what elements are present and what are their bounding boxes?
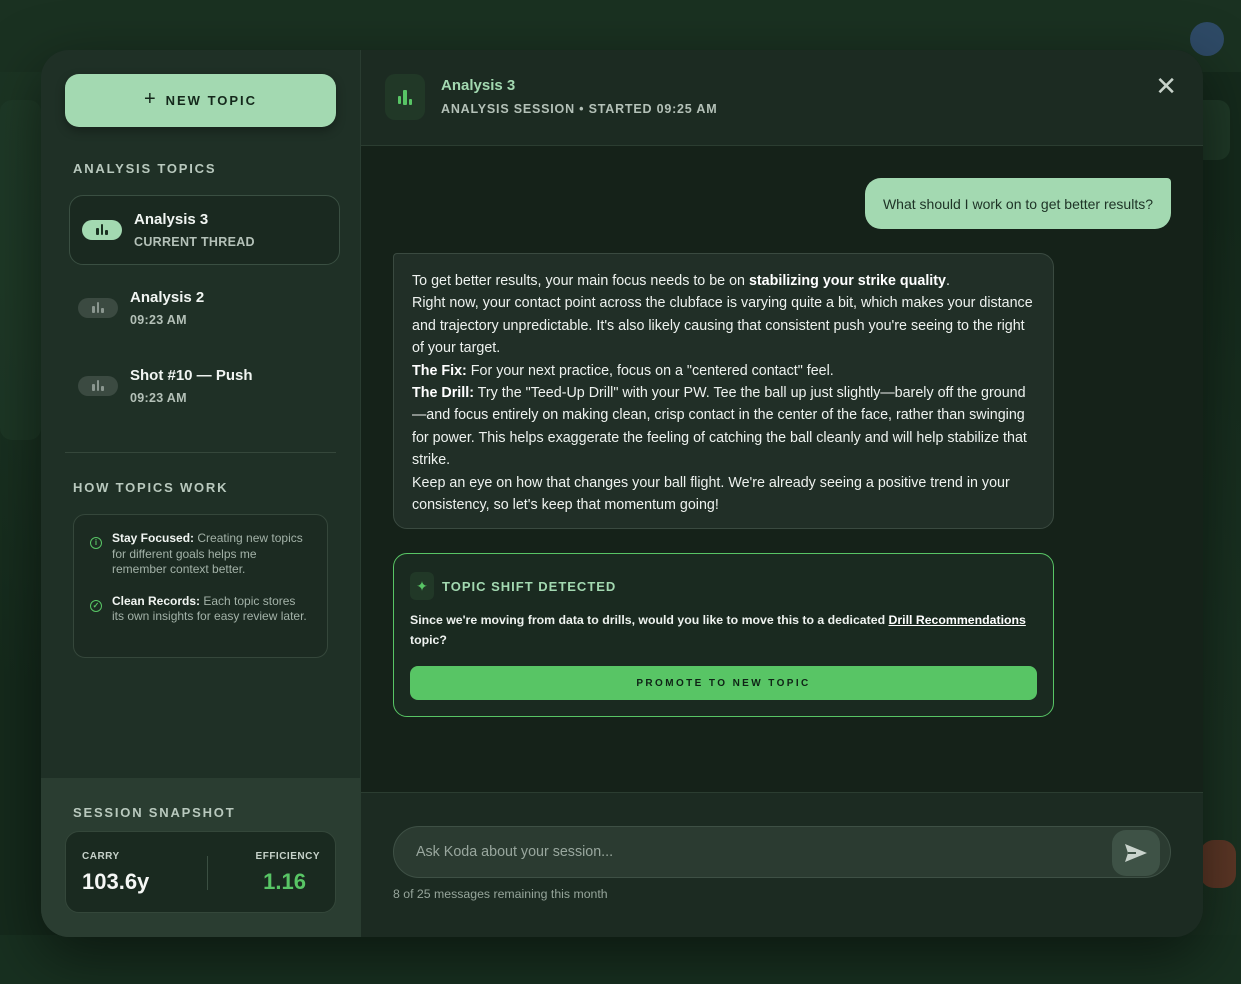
fix-label: The Fix: [412,362,467,379]
ai-text: Try the "Teed-Up Drill" with your PW. Te… [412,385,1027,469]
chart-icon [78,376,118,396]
ai-bold-text: stabilizing your strike quality [748,273,946,289]
assistant-message: To get better results, your main focus n… [393,253,1054,529]
background-panel [0,100,41,440]
sidebar: + NEW TOPIC ANALYSIS TOPICS Analysis 3 C… [41,50,361,937]
chart-icon [82,220,122,240]
ai-text: For your next practice, focus on a "cent… [466,362,834,379]
check-circle-icon: ✓ [90,599,102,612]
carry-label: CARRY [82,851,120,862]
info-icon: i [90,537,102,549]
drill-recommendations-link[interactable]: Drill Recommendations [889,613,1026,627]
how-item-title: Stay Focused: [112,531,195,545]
close-icon[interactable]: ✕ [1155,73,1177,99]
chat-main: Analysis 3 ANALYSIS SESSION • STARTED 09… [361,50,1203,937]
how-heading: HOW TOPICS WORK [73,480,229,495]
snapshot-card: CARRY 103.6y EFFICIENCY 1.16 [65,831,336,913]
messages-remaining: 8 of 25 messages remaining this month [393,887,608,901]
send-button[interactable] [1112,830,1160,876]
ai-paragraph: The Fix: For your next practice, focus o… [412,360,1035,382]
shift-text: Since we're moving from data to drills, … [410,613,889,627]
topic-item-analysis-3[interactable]: Analysis 3 CURRENT THREAD [69,195,340,265]
ai-paragraph: The Drill: Try the "Teed-Up Drill" with … [412,382,1035,472]
sidebar-divider [65,452,336,453]
how-item-focus: i Stay Focused: Creating new topics for … [90,531,309,578]
chat-modal: + NEW TOPIC ANALYSIS TOPICS Analysis 3 C… [41,50,1203,937]
message-input[interactable] [394,827,1094,877]
snapshot-separator [207,856,208,890]
topic-name: Analysis 3 [134,211,209,228]
how-item-title: Clean Records: [112,593,201,608]
topic-shift-title: TOPIC SHIFT DETECTED [442,579,617,594]
topic-sub: 09:23 AM [130,313,187,327]
new-topic-label: NEW TOPIC [165,93,258,108]
sparkle-icon: ✦ [410,572,434,600]
efficiency-label: EFFICIENCY [255,851,320,862]
plus-icon: + [143,88,156,110]
background-footer [0,935,1241,984]
new-topic-button[interactable]: + NEW TOPIC [65,74,336,127]
ai-text: To get better results, your main focus n… [412,273,749,289]
topic-item-analysis-2[interactable]: Analysis 2 09:23 AM [69,273,340,343]
drill-label: The Drill: [412,385,474,402]
ai-paragraph: Keep an eye on how that changes your bal… [412,474,1010,514]
ai-paragraph: To get better results, your main focus n… [412,270,1035,292]
topic-sub: CURRENT THREAD [134,235,255,249]
session-snapshot: SESSION SNAPSHOT CARRY 103.6y EFFICIENCY… [41,778,361,937]
user-message: What should I work on to get better resu… [864,178,1171,229]
chart-icon [385,74,425,120]
message-input-wrapper [393,826,1171,878]
page-title: Analysis 3 [441,77,516,94]
carry-value: 103.6y [82,869,150,894]
topic-item-shot-10[interactable]: Shot #10 — Push 09:23 AM [69,351,340,421]
background-badge [1200,840,1236,888]
topic-shift-card: ✦ TOPIC SHIFT DETECTED Since we're movin… [393,553,1054,717]
efficiency-value: 1.16 [263,869,306,894]
topics-heading: ANALYSIS TOPICS [73,161,217,176]
ai-text: . [946,273,950,289]
topic-name: Analysis 2 [130,289,205,306]
how-topics-card: i Stay Focused: Creating new topics for … [73,514,328,658]
promote-topic-button[interactable]: PROMOTE TO NEW TOPIC [410,666,1037,700]
session-subtitle: ANALYSIS SESSION • STARTED 09:25 AM [441,102,718,116]
topic-sub: 09:23 AM [130,391,187,405]
composer: 8 of 25 messages remaining this month [361,792,1203,937]
ai-paragraph: Right now, your contact point across the… [412,295,1033,357]
topic-name: Shot #10 — Push [130,367,253,384]
shift-text: topic? [410,633,447,647]
topic-shift-text: Since we're moving from data to drills, … [410,610,1035,650]
snapshot-heading: SESSION SNAPSHOT [73,805,236,820]
chat-header: Analysis 3 ANALYSIS SESSION • STARTED 09… [361,50,1203,146]
send-icon [1125,844,1147,862]
chart-icon [78,298,118,318]
how-item-records: ✓ Clean Records: Each topic stores its o… [90,594,309,625]
